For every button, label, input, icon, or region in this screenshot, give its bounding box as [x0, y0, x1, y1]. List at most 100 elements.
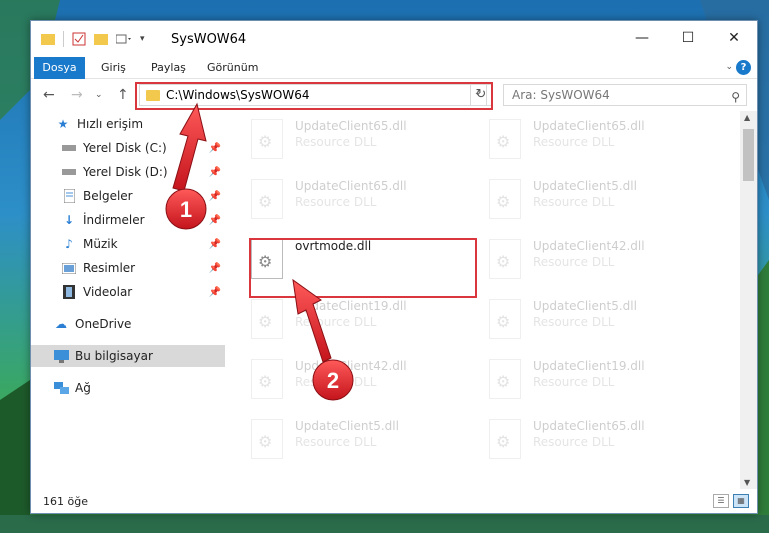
- dll-file-icon: ⚙: [489, 299, 521, 339]
- sidebar-item-label: Yerel Disk (C:): [83, 141, 167, 155]
- recent-locations-button[interactable]: ⌄: [95, 90, 103, 100]
- file-type: Resource DLL: [295, 135, 377, 149]
- tab-home[interactable]: Giriş: [101, 57, 126, 79]
- maximize-button[interactable]: ☐: [665, 21, 711, 55]
- title-bar: ▾ SysWOW64 — ☐ ✕: [31, 21, 757, 57]
- sidebar-item-pictures[interactable]: Resimler 📌: [31, 257, 225, 279]
- properties-icon[interactable]: [72, 32, 86, 46]
- drive-icon: [61, 141, 77, 155]
- dll-file-icon: ⚙: [489, 239, 521, 279]
- item-count: 161 öğe: [43, 495, 88, 508]
- dll-file-icon: ⚙: [489, 179, 521, 219]
- separator: [63, 31, 64, 47]
- pin-icon[interactable]: 📌: [209, 215, 221, 226]
- tiles-view-icon[interactable]: ▦: [733, 494, 749, 508]
- details-view-icon[interactable]: ☰: [713, 494, 729, 508]
- file-item[interactable]: ⚙ UpdateClient19.dll Resource DLL: [489, 357, 709, 413]
- sidebar-item-disk-d[interactable]: Yerel Disk (D:) 📌: [31, 161, 225, 183]
- sidebar-item-music[interactable]: ♪ Müzik 📌: [31, 233, 225, 255]
- search-input[interactable]: Ara: SysWOW64 ⚲: [503, 84, 747, 106]
- sidebar-item-label: Videolar: [83, 285, 133, 299]
- file-name: UpdateClient19.dll: [533, 359, 645, 373]
- computer-icon: [53, 349, 69, 363]
- help-button[interactable]: ?: [736, 60, 751, 75]
- file-type: Resource DLL: [295, 315, 377, 329]
- folder-icon[interactable]: [41, 33, 55, 45]
- pin-icon[interactable]: 📌: [209, 239, 221, 250]
- sidebar-item-label: İndirmeler: [83, 213, 145, 227]
- window-title: SysWOW64: [171, 32, 247, 47]
- file-type: Resource DLL: [533, 195, 615, 209]
- file-item[interactable]: ⚙ UpdateClient19.dll Resource DLL: [251, 297, 471, 353]
- pin-icon[interactable]: 📌: [209, 167, 221, 178]
- pin-icon[interactable]: 📌: [209, 143, 221, 154]
- file-list: ⚙ UpdateClient65.dll Resource DLL ⚙ Upda…: [227, 111, 757, 489]
- video-icon: [61, 285, 77, 299]
- file-item[interactable]: ⚙ UpdateClient5.dll Resource DLL: [489, 177, 709, 233]
- sidebar-item-label: Ağ: [75, 381, 91, 395]
- file-name: UpdateClient65.dll: [533, 119, 645, 133]
- scroll-up-icon[interactable]: ▲: [744, 113, 750, 122]
- scroll-down-icon[interactable]: ▼: [744, 478, 750, 487]
- forward-button[interactable]: →: [71, 87, 83, 103]
- sidebar-item-label: Müzik: [83, 237, 118, 251]
- customize-icon[interactable]: [116, 33, 132, 45]
- sidebar-item-network[interactable]: Ağ: [31, 377, 225, 399]
- network-icon: [53, 381, 69, 395]
- chevron-down-icon[interactable]: ▾: [140, 34, 145, 44]
- file-item[interactable]: ⚙ UpdateClient5.dll Resource DLL: [251, 417, 471, 473]
- tab-file[interactable]: Dosya: [34, 57, 85, 79]
- file-type: Resource DLL: [295, 195, 377, 209]
- minimize-button[interactable]: —: [619, 21, 665, 55]
- tab-share[interactable]: Paylaş: [151, 57, 186, 79]
- sidebar-item-videos[interactable]: Videolar 📌: [31, 281, 225, 303]
- star-icon: ★: [57, 117, 69, 131]
- file-name: UpdateClient5.dll: [533, 179, 637, 193]
- file-item[interactable]: ⚙ UpdateClient65.dll Resource DLL: [251, 117, 471, 173]
- file-type: Resource DLL: [533, 135, 615, 149]
- close-button[interactable]: ✕: [711, 21, 757, 55]
- sidebar-item-label: OneDrive: [75, 317, 132, 331]
- sidebar-item-this-pc[interactable]: Bu bilgisayar: [31, 345, 225, 367]
- status-bar: 161 öğe ☰ ▦: [31, 489, 757, 513]
- pin-icon[interactable]: 📌: [209, 287, 221, 298]
- sidebar-item-disk-c[interactable]: Yerel Disk (C:) 📌: [31, 137, 225, 159]
- sidebar-item-quick-access[interactable]: ★ Hızlı erişim: [31, 113, 225, 135]
- view-switcher: ☰ ▦: [713, 494, 749, 508]
- sidebar-item-documents[interactable]: Belgeler 📌: [31, 185, 225, 207]
- sidebar-item-label: Belgeler: [83, 189, 133, 203]
- quick-access-toolbar: ▾: [41, 31, 145, 47]
- file-item[interactable]: ⚙ UpdateClient65.dll Resource DLL: [251, 177, 471, 233]
- dll-file-icon: ⚙: [251, 419, 283, 459]
- back-button[interactable]: ←: [43, 87, 55, 103]
- file-type: Resource DLL: [295, 375, 377, 389]
- file-item[interactable]: ⚙ UpdateClient65.dll Resource DLL: [489, 117, 709, 173]
- sidebar-item-label: Bu bilgisayar: [75, 349, 153, 363]
- dll-file-icon: ⚙: [489, 119, 521, 159]
- vertical-scrollbar[interactable]: ▲ ▼: [740, 111, 757, 489]
- file-highlight-box: [249, 238, 477, 298]
- main-area: ★ Hızlı erişim Yerel Disk (C:) 📌 Yerel D…: [31, 111, 757, 489]
- dll-file-icon: ⚙: [251, 299, 283, 339]
- chevron-down-icon[interactable]: ⌄: [725, 62, 733, 72]
- new-folder-icon[interactable]: [94, 33, 108, 45]
- file-name: UpdateClient5.dll: [295, 419, 399, 433]
- pin-icon[interactable]: 📌: [209, 191, 221, 202]
- file-type: Resource DLL: [533, 375, 615, 389]
- sidebar-item-onedrive[interactable]: ☁ OneDrive: [31, 313, 225, 335]
- tab-view[interactable]: Görünüm: [207, 57, 258, 79]
- sidebar-item-downloads[interactable]: ↓ İndirmeler 📌: [31, 209, 225, 231]
- file-name: UpdateClient5.dll: [533, 299, 637, 313]
- file-type: Resource DLL: [295, 435, 377, 449]
- file-item[interactable]: ⚙ UpdateClient5.dll Resource DLL: [489, 297, 709, 353]
- up-button[interactable]: ↑: [117, 87, 129, 103]
- pin-icon[interactable]: 📌: [209, 263, 221, 274]
- file-item[interactable]: ⚙ UpdateClient42.dll Resource DLL: [251, 357, 471, 413]
- file-item[interactable]: ⚙ UpdateClient42.dll Resource DLL: [489, 237, 709, 293]
- dll-file-icon: ⚙: [251, 359, 283, 399]
- file-item[interactable]: ⚙ UpdateClient65.dll Resource DLL: [489, 417, 709, 473]
- ribbon-tabs: Dosya Giriş Paylaş Görünüm ⌄ ?: [31, 57, 757, 79]
- download-icon: ↓: [63, 213, 75, 227]
- scrollbar-thumb[interactable]: [743, 129, 754, 181]
- documents-icon: [61, 189, 77, 203]
